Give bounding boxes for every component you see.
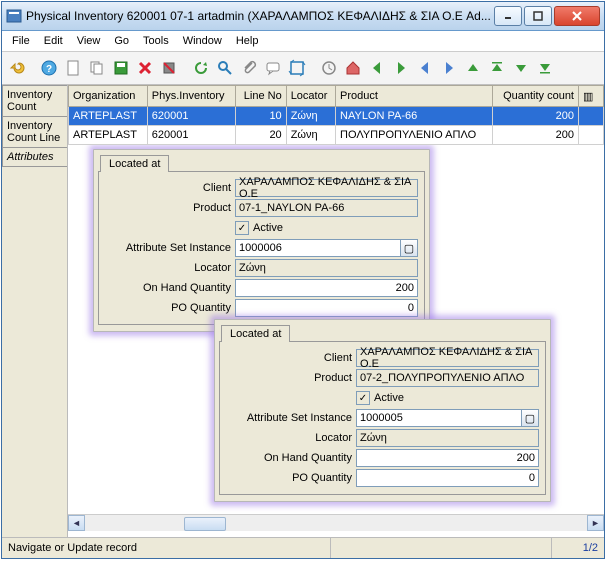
save-icon[interactable] (110, 57, 132, 79)
scroll-left-icon[interactable]: ◄ (68, 515, 85, 531)
menu-tools[interactable]: Tools (137, 33, 175, 49)
up-icon[interactable] (486, 57, 508, 79)
col-config-icon[interactable]: ▥ (579, 86, 604, 107)
find-icon[interactable] (214, 57, 236, 79)
card-tab[interactable]: Located at (221, 325, 290, 342)
new-icon[interactable] (62, 57, 84, 79)
maximize-button[interactable] (524, 6, 552, 26)
field-poqty[interactable]: 0 (235, 299, 418, 317)
label-locator: Locator (105, 262, 235, 274)
field-product: 07-2_ΠΟΛΥΠΡΟΠΥΛΕΝΙΟ ΑΠΛΟ (356, 369, 539, 387)
tab-attributes[interactable]: Attributes (2, 147, 67, 167)
table-row[interactable]: ARTEPLAST 620001 10 Ζώνη NAYLON PA-66 20… (69, 107, 604, 126)
close-button[interactable] (554, 6, 600, 26)
toolbar: ? (2, 52, 604, 85)
label-poqty: PO Quantity (105, 302, 235, 314)
next-icon[interactable] (390, 57, 412, 79)
label-product: Product (226, 372, 356, 384)
menu-file[interactable]: File (6, 33, 36, 49)
copy-icon[interactable] (86, 57, 108, 79)
field-asi[interactable]: 1000006 (235, 239, 401, 257)
field-product: 07-1_NAYLON PA-66 (235, 199, 418, 217)
detail-icon[interactable] (438, 57, 460, 79)
down-icon[interactable] (510, 57, 532, 79)
minimize-button[interactable] (494, 6, 522, 26)
window-title: Physical Inventory 620001 07-1 artadmin … (26, 9, 494, 23)
menu-window[interactable]: Window (177, 33, 228, 49)
last-icon[interactable] (534, 57, 556, 79)
label-active: Active (374, 392, 404, 404)
card-tab[interactable]: Located at (100, 155, 169, 172)
menu-view[interactable]: View (71, 33, 107, 49)
statusbar: Navigate or Update record 1/2 (2, 537, 604, 558)
label-asi: Attribute Set Instance (105, 242, 235, 254)
col-product[interactable]: Product (336, 86, 493, 107)
scroll-thumb[interactable] (184, 517, 226, 531)
label-onhand: On Hand Quantity (105, 282, 235, 294)
menu-go[interactable]: Go (108, 33, 135, 49)
field-locator: Ζώνη (235, 259, 418, 277)
left-tabs: Inventory Count Inventory Count Line Att… (2, 85, 68, 537)
grid-header-row: Organization Phys.Inventory Line No Loca… (69, 86, 604, 107)
svg-text:?: ? (46, 64, 52, 75)
horizontal-scrollbar[interactable]: ◄ ► (68, 514, 604, 531)
asi-lookup-icon[interactable]: ▢ (400, 239, 418, 257)
label-client: Client (226, 352, 356, 364)
grid: Organization Phys.Inventory Line No Loca… (68, 85, 604, 145)
asi-lookup-icon[interactable]: ▢ (521, 409, 539, 427)
chat-icon[interactable] (262, 57, 284, 79)
label-poqty: PO Quantity (226, 472, 356, 484)
menu-edit[interactable]: Edit (38, 33, 69, 49)
grid-icon[interactable] (286, 57, 308, 79)
located-at-card-1: Located at ClientΧΑΡΑΛΑΜΠΟΣ ΚΕΦΑΛΙΔΗΣ & … (93, 149, 430, 332)
delete2-icon[interactable] (158, 57, 180, 79)
active-checkbox[interactable]: ✓ (235, 221, 249, 235)
tab-inventory-count-line[interactable]: Inventory Count Line (2, 116, 67, 148)
active-checkbox[interactable]: ✓ (356, 391, 370, 405)
tab-inventory-count[interactable]: Inventory Count (2, 85, 67, 117)
table-row[interactable]: ARTEPLAST 620001 20 Ζώνη ΠΟΛΥΠΡΟΠΥΛΕΝΙΟ … (69, 126, 604, 145)
label-locator: Locator (226, 432, 356, 444)
undo-icon[interactable] (6, 57, 28, 79)
col-locator[interactable]: Locator (286, 86, 335, 107)
menubar: File Edit View Go Tools Window Help (2, 31, 604, 52)
located-at-card-2: Located at ClientΧΑΡΑΛΑΜΠΟΣ ΚΕΦΑΛΙΔΗΣ & … (214, 319, 551, 502)
prev-icon[interactable] (366, 57, 388, 79)
app-icon (6, 8, 22, 24)
col-line-no[interactable]: Line No (236, 86, 287, 107)
label-asi: Attribute Set Instance (226, 412, 356, 424)
history-icon[interactable] (318, 57, 340, 79)
home-icon[interactable] (342, 57, 364, 79)
status-message: Navigate or Update record (2, 538, 331, 558)
col-quantity[interactable]: Quantity count (492, 86, 578, 107)
field-poqty[interactable]: 0 (356, 469, 539, 487)
menu-help[interactable]: Help (230, 33, 265, 49)
help-icon[interactable]: ? (38, 57, 60, 79)
label-active: Active (253, 222, 283, 234)
field-client: ΧΑΡΑΛΑΜΠΟΣ ΚΕΦΑΛΙΔΗΣ & ΣΙΑ Ο.Ε (235, 179, 418, 197)
col-phys-inventory[interactable]: Phys.Inventory (147, 86, 235, 107)
titlebar: Physical Inventory 620001 07-1 artadmin … (2, 2, 604, 31)
label-client: Client (105, 182, 235, 194)
app-window: Physical Inventory 620001 07-1 artadmin … (1, 1, 605, 559)
first-icon[interactable] (462, 57, 484, 79)
delete-icon[interactable] (134, 57, 156, 79)
field-asi[interactable]: 1000005 (356, 409, 522, 427)
field-onhand[interactable]: 200 (235, 279, 418, 297)
label-product: Product (105, 202, 235, 214)
refresh-icon[interactable] (190, 57, 212, 79)
scroll-right-icon[interactable]: ► (587, 515, 604, 531)
field-client: ΧΑΡΑΛΑΜΠΟΣ ΚΕΦΑΛΙΔΗΣ & ΣΙΑ Ο.Ε (356, 349, 539, 367)
attach-icon[interactable] (238, 57, 260, 79)
parent-icon[interactable] (414, 57, 436, 79)
label-onhand: On Hand Quantity (226, 452, 356, 464)
status-record-position: 1/2 (552, 538, 604, 558)
field-onhand[interactable]: 200 (356, 449, 539, 467)
col-organization[interactable]: Organization (69, 86, 148, 107)
content-area: Organization Phys.Inventory Line No Loca… (68, 85, 604, 537)
field-locator: Ζώνη (356, 429, 539, 447)
